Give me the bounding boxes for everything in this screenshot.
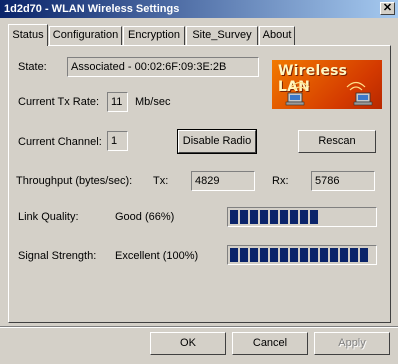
- cancel-button[interactable]: Cancel: [232, 332, 308, 355]
- tx-label: Tx:: [153, 175, 169, 187]
- progress-segment: [310, 210, 318, 224]
- tx-rate-label: Current Tx Rate:: [18, 96, 100, 108]
- tab-about[interactable]: About: [259, 26, 295, 45]
- progress-segment: [250, 210, 258, 224]
- close-button[interactable]: ✕: [380, 2, 395, 15]
- tx-field: 4829: [191, 171, 255, 191]
- channel-label: Current Channel:: [18, 136, 102, 148]
- progress-segment: [290, 248, 298, 262]
- progress-segment: [250, 248, 258, 262]
- link-quality-bar: [227, 207, 377, 227]
- progress-segment: [330, 248, 338, 262]
- link-quality-value: Good (66%): [115, 211, 175, 223]
- progress-segment: [280, 210, 288, 224]
- rx-field: 5786: [311, 171, 375, 191]
- tab-encryption[interactable]: Encryption: [123, 26, 185, 45]
- progress-segment: [230, 210, 238, 224]
- progress-segment: [340, 248, 348, 262]
- progress-segment: [320, 248, 328, 262]
- progress-segment: [310, 248, 318, 262]
- tab-site-survey[interactable]: Site_Survey: [186, 26, 258, 45]
- progress-segment: [240, 210, 248, 224]
- disable-radio-button[interactable]: Disable Radio: [177, 129, 257, 154]
- throughput-label: Throughput (bytes/sec):: [16, 175, 133, 187]
- close-icon: ✕: [382, 2, 393, 14]
- wireless-lan-logo: Wireless LAN: [272, 60, 382, 109]
- progress-segment: [270, 210, 278, 224]
- progress-segment: [240, 248, 248, 262]
- state-label: State:: [18, 61, 47, 73]
- progress-segment: [300, 210, 308, 224]
- apply-button[interactable]: Apply: [314, 332, 390, 355]
- window-title: 1d2d70 - WLAN Wireless Settings: [4, 3, 180, 15]
- rx-label: Rx:: [272, 175, 289, 187]
- signal-strength-label: Signal Strength:: [18, 250, 97, 262]
- wlan-settings-window: 1d2d70 - WLAN Wireless Settings ✕ Status…: [0, 0, 398, 364]
- progress-segment: [300, 248, 308, 262]
- tx-rate-unit: Mb/sec: [135, 96, 171, 108]
- link-quality-label: Link Quality:: [18, 211, 79, 223]
- tx-rate-field: 11: [107, 92, 128, 112]
- tab-configuration[interactable]: Configuration: [49, 26, 122, 45]
- progress-segment: [360, 248, 368, 262]
- progress-segment: [350, 248, 358, 262]
- progress-segment: [280, 248, 288, 262]
- footer-divider: [0, 326, 398, 328]
- progress-segment: [260, 248, 268, 262]
- progress-segment: [270, 248, 278, 262]
- progress-segment: [290, 210, 298, 224]
- title-bar: 1d2d70 - WLAN Wireless Settings ✕: [0, 0, 398, 18]
- signal-strength-value: Excellent (100%): [115, 250, 199, 262]
- wireless-laptops-icon: [285, 81, 373, 106]
- signal-strength-bar: [227, 245, 377, 265]
- rescan-button[interactable]: Rescan: [298, 130, 376, 153]
- state-field: Associated - 00:02:6F:09:3E:2B: [67, 57, 259, 77]
- tab-status[interactable]: Status: [8, 24, 48, 46]
- channel-field: 1: [107, 131, 128, 151]
- progress-segment: [230, 248, 238, 262]
- progress-segment: [260, 210, 268, 224]
- ok-button[interactable]: OK: [150, 332, 226, 355]
